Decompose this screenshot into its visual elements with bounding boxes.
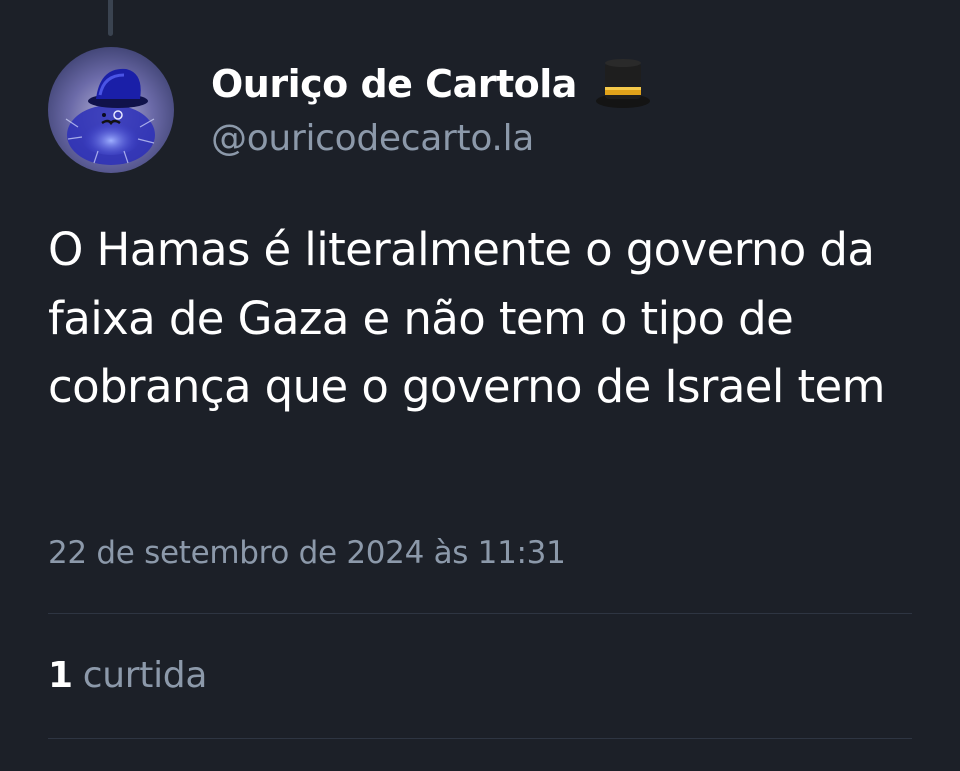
display-name-row: Ouriço de Cartola [211, 56, 653, 112]
divider [48, 738, 912, 739]
divider [48, 613, 912, 614]
likes-label: curtida [82, 655, 208, 696]
top-hat-icon [593, 57, 653, 111]
hedgehog-top-hat-avatar-icon [48, 47, 174, 173]
thread-connector-line [108, 0, 113, 36]
author-handle[interactable]: @ouricodecarto.la [211, 118, 534, 159]
post-text: O Hamas é literalmente o governo da faix… [48, 223, 885, 413]
post-timestamp[interactable]: 22 de setembro de 2024 às 11:31 [48, 535, 566, 571]
likes-count-link[interactable]: 1 curtida [48, 655, 207, 696]
likes-count: 1 [48, 655, 73, 696]
avatar[interactable] [48, 47, 174, 173]
display-name[interactable]: Ouriço de Cartola [211, 62, 577, 106]
